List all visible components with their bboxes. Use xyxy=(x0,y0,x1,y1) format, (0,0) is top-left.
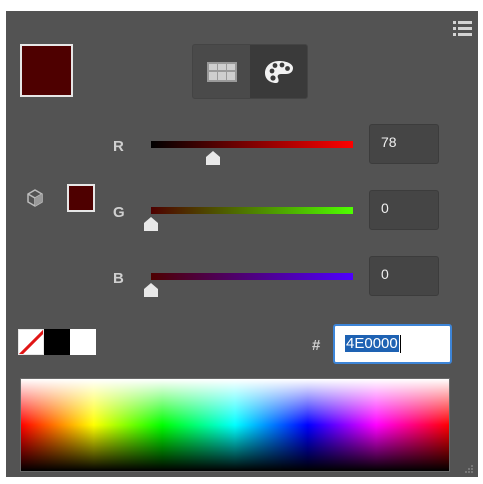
color-mode-switch xyxy=(192,44,308,99)
no-color-swatch[interactable] xyxy=(18,329,44,355)
black-swatch[interactable] xyxy=(44,329,70,355)
hex-value-text: 4E0000 xyxy=(345,335,399,352)
color-panel: R 78 G 0 B 0 # 4E0000 xyxy=(6,11,478,477)
blue-value-input[interactable]: 0 xyxy=(369,256,439,296)
palette-icon xyxy=(264,60,293,83)
grid-swatches-icon xyxy=(206,61,237,82)
white-swatch[interactable] xyxy=(70,329,96,355)
green-slider-thumb[interactable] xyxy=(142,216,160,232)
blue-slider-thumb[interactable] xyxy=(142,282,160,298)
hex-prefix-label: # xyxy=(312,337,321,354)
green-value-input[interactable]: 0 xyxy=(369,190,439,230)
blue-slider-track[interactable] xyxy=(151,273,353,280)
blue-channel-label: B xyxy=(113,270,124,287)
no-color-icon xyxy=(19,330,43,354)
red-channel-label: R xyxy=(113,138,124,155)
current-color-swatch[interactable] xyxy=(20,44,73,97)
color-spectrum[interactable] xyxy=(20,378,450,472)
red-value-input[interactable]: 78 xyxy=(369,124,439,164)
cube-icon[interactable] xyxy=(27,189,43,207)
hamburger-list-icon[interactable] xyxy=(452,19,474,37)
red-slider-thumb[interactable] xyxy=(204,150,222,166)
hex-input[interactable]: 4E0000 xyxy=(333,324,452,364)
red-slider-track[interactable] xyxy=(151,141,353,148)
swatches-mode-button[interactable] xyxy=(193,45,250,98)
green-channel-label: G xyxy=(113,204,125,221)
green-slider-track[interactable] xyxy=(151,207,353,214)
text-caret xyxy=(399,335,401,354)
resize-grip-icon[interactable] xyxy=(464,464,474,474)
web-safe-color-swatch[interactable] xyxy=(67,184,95,212)
quick-swatches xyxy=(18,329,98,355)
color-picker-mode-button[interactable] xyxy=(250,45,307,98)
